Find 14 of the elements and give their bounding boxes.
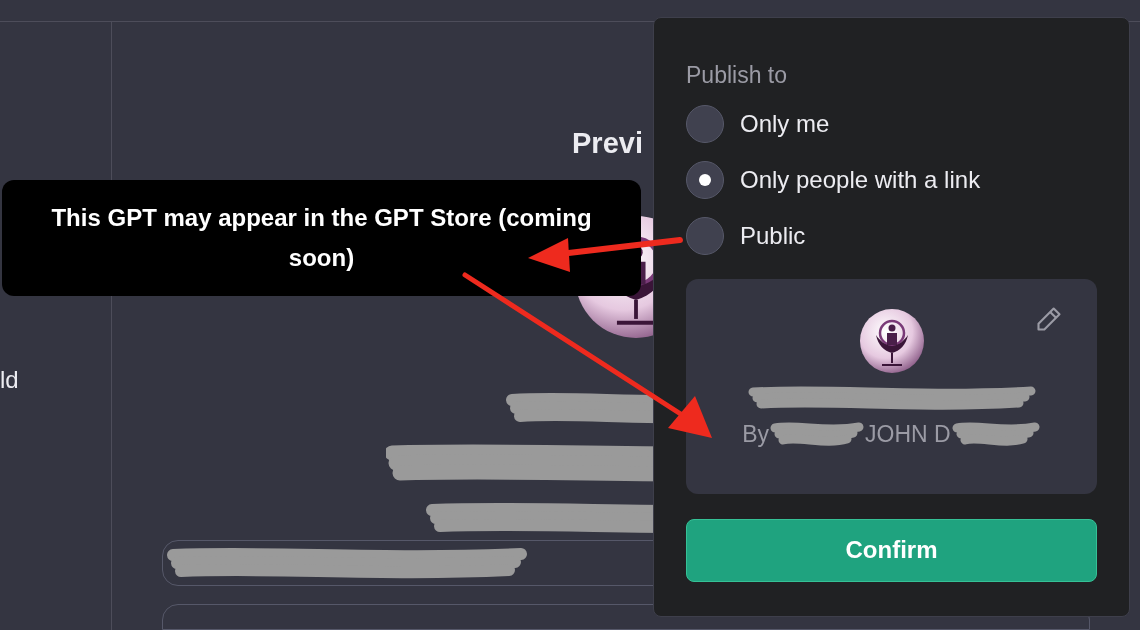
gpt-avatar-icon [859, 308, 924, 373]
radio-button[interactable] [686, 160, 724, 199]
radio-button[interactable] [686, 216, 724, 255]
pencil-icon[interactable] [1035, 304, 1063, 333]
tooltip: This GPT may appear in the GPT Store (coming soon) [2, 180, 641, 296]
radio-label[interactable]: Only people with a link [740, 161, 981, 198]
sidebar-text: ld [0, 366, 19, 393]
radio-label[interactable]: Only me [740, 105, 830, 142]
author-name: JOHN D [865, 419, 951, 449]
radio-button[interactable] [686, 104, 724, 143]
radio-label[interactable]: Public [740, 217, 806, 254]
preview-heading: Previ [572, 126, 643, 161]
publish-title: Publish to [686, 61, 788, 90]
author-label: By [742, 419, 770, 449]
